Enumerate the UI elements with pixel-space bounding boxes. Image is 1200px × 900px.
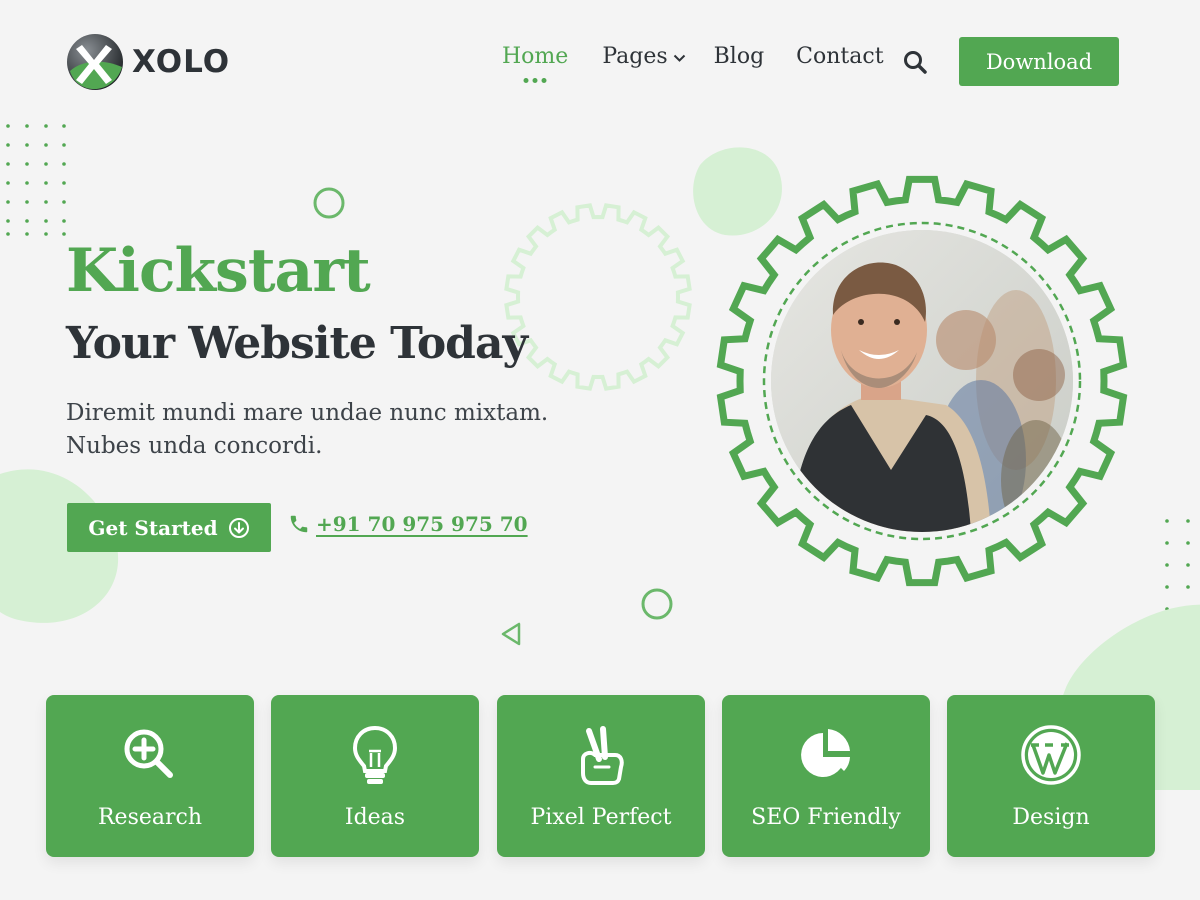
get-started-label: Get Started <box>88 515 218 540</box>
hero-title: Kickstart <box>66 236 371 306</box>
nav-blog-label: Blog <box>713 44 765 69</box>
dot-grid-left <box>6 124 66 236</box>
feature-label: SEO Friendly <box>751 805 901 830</box>
feature-card-research[interactable]: Research <box>46 695 254 857</box>
hero-description-line-1: Diremit mundi mare undae nunc mixtam. <box>66 400 549 426</box>
feature-card-design[interactable]: Design <box>947 695 1155 857</box>
faint-gear-outline <box>504 203 692 391</box>
logo-mark-icon <box>67 34 123 90</box>
download-button[interactable]: Download <box>959 37 1119 86</box>
nav-pages-label: Pages <box>602 44 668 69</box>
feature-card-ideas[interactable]: Ideas <box>271 695 479 857</box>
dot-grid-right <box>1165 519 1190 655</box>
feature-card-seo-friendly[interactable]: SEO Friendly <box>722 695 930 857</box>
get-started-button[interactable]: Get Started <box>67 503 271 552</box>
logo[interactable]: XOLO <box>66 33 230 91</box>
phone-link[interactable]: +91 70 975 975 70 <box>288 512 528 536</box>
nav-contact[interactable]: Contact <box>796 44 883 69</box>
wordpress-icon <box>1021 725 1081 785</box>
search-plus-icon <box>124 729 173 778</box>
feature-label: Research <box>97 805 203 830</box>
feature-label: Design <box>1012 805 1090 830</box>
portrait-photo <box>771 230 1073 532</box>
search-icon[interactable] <box>902 49 928 75</box>
logo-text: XOLO <box>132 44 231 80</box>
feature-card-pixel-perfect[interactable]: Pixel Perfect <box>497 695 705 857</box>
hero-portrait <box>716 175 1128 587</box>
arrow-down-circle-icon <box>228 517 249 538</box>
nav-contact-label: Contact <box>796 44 884 69</box>
nav-home[interactable]: Home <box>502 44 569 83</box>
chevron-down-icon <box>673 54 685 62</box>
lightbulb-icon <box>352 725 398 784</box>
main-nav: Home Pages Blog Contact <box>502 44 884 83</box>
feature-label: Pixel Perfect <box>530 805 672 830</box>
smiling-man-photo <box>771 230 1073 532</box>
phone-number: +91 70 975 975 70 <box>316 512 528 536</box>
ring-decor-1 <box>313 187 345 219</box>
pie-chart-icon <box>801 729 850 777</box>
feature-label: Ideas <box>344 805 406 830</box>
phone-icon <box>290 515 308 533</box>
hero-subtitle: Your Website Today <box>66 318 528 369</box>
hero-description: Diremit mundi mare undae nunc mixtam. Nu… <box>66 397 636 463</box>
ring-decor-2 <box>641 588 673 620</box>
triangle-decor <box>501 622 521 646</box>
hero-description-line-2: Nubes unda concordi. <box>66 433 323 459</box>
active-indicator <box>523 78 547 83</box>
nav-pages[interactable]: Pages <box>602 44 685 69</box>
faint-gear-decor <box>504 203 692 391</box>
nav-blog[interactable]: Blog <box>714 44 765 69</box>
nav-home-label: Home <box>502 44 569 69</box>
peace-hand-icon <box>581 726 624 785</box>
